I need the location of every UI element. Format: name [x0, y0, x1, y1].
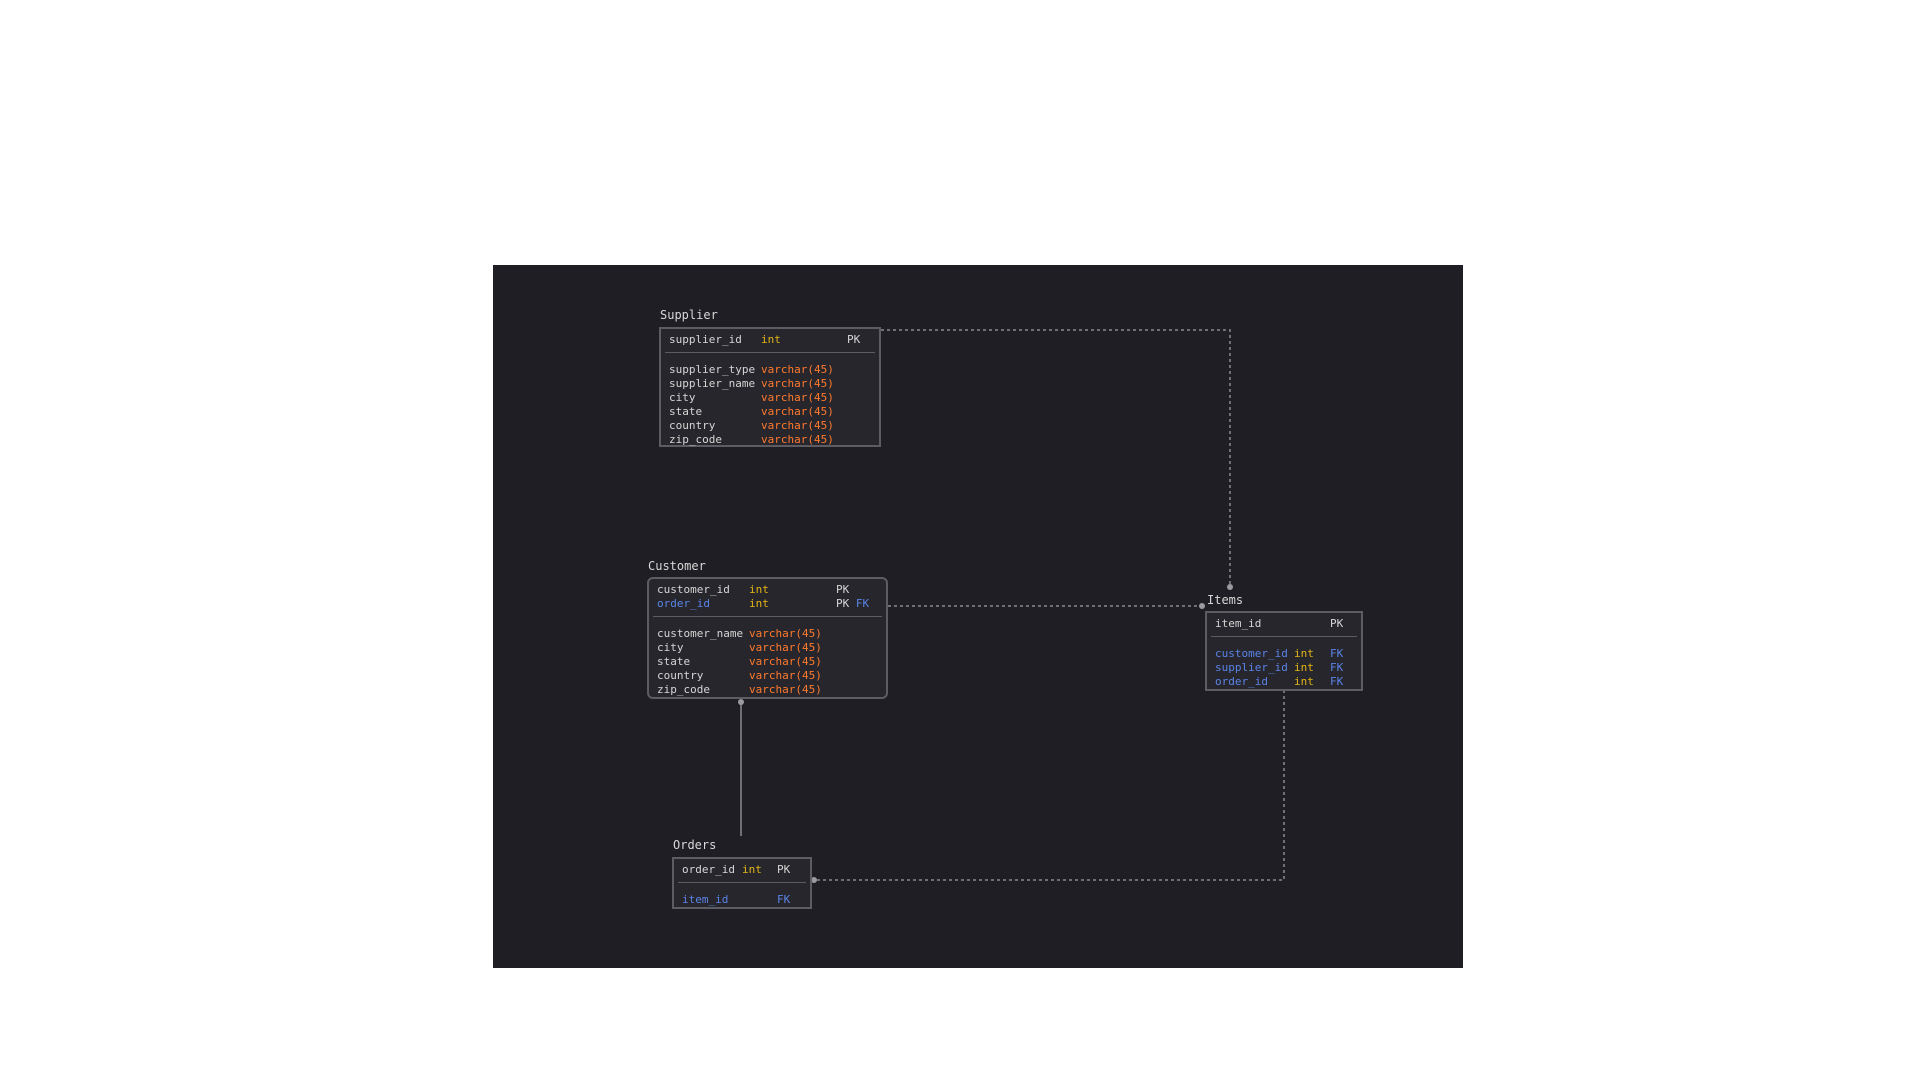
column-name: item_id — [682, 893, 729, 906]
table-row: supplier_type varchar(45) — [669, 363, 871, 377]
column-type: varchar(45) — [761, 405, 834, 418]
link-supplier-items-endpoint — [1227, 584, 1233, 590]
column-type: varchar(45) — [761, 419, 834, 432]
column-key: FK — [1330, 675, 1344, 688]
column-name: country — [669, 419, 716, 432]
column-name: supplier_name — [669, 377, 756, 390]
column-type: varchar(45) — [761, 391, 834, 404]
column-name: customer_id — [657, 583, 730, 596]
table-divider — [665, 352, 875, 353]
supplier-table[interactable]: supplier_id int PK supplier_type varchar… — [659, 327, 881, 447]
table-row: item_id FK — [682, 893, 802, 907]
table-row: state varchar(45) — [669, 405, 871, 419]
column-name: city — [657, 641, 684, 654]
column-type: varchar(45) — [761, 363, 834, 376]
column-type: int — [1294, 647, 1314, 660]
column-type: int — [1294, 661, 1314, 674]
column-type: varchar(45) — [749, 669, 822, 682]
column-name: customer_name — [657, 627, 744, 640]
foreign-key-label: FK — [855, 597, 870, 610]
table-row: order_id int FK — [1215, 675, 1353, 689]
table-row: zip_code varchar(45) — [669, 433, 871, 447]
link-customer-orders-endpoint — [738, 699, 744, 705]
column-type: int — [742, 863, 762, 876]
column-name: zip_code — [669, 433, 722, 446]
supplier-table-title: Supplier — [660, 308, 718, 322]
column-type: int — [749, 583, 769, 596]
column-name: item_id — [1215, 617, 1262, 630]
items-table-title: Items — [1207, 593, 1244, 607]
column-type: varchar(45) — [749, 627, 822, 640]
table-row: zip_code varchar(45) — [657, 683, 878, 697]
table-divider — [678, 882, 806, 883]
link-customer-items-endpoint — [1199, 603, 1205, 609]
customer-table[interactable]: customer_id int PK order_id int PK FK cu… — [647, 577, 888, 699]
column-type: varchar(45) — [749, 641, 822, 654]
column-type: int — [761, 333, 781, 346]
column-type: varchar(45) — [749, 683, 822, 696]
column-name: order_id — [682, 863, 735, 876]
column-type: int — [749, 597, 769, 610]
table-row: state varchar(45) — [657, 655, 878, 669]
column-name: order_id — [1215, 675, 1268, 688]
column-name: supplier_id — [1215, 661, 1288, 674]
table-row: item_id PK — [1215, 617, 1353, 631]
items-table[interactable]: item_id PK customer_id int FK supplier_i… — [1205, 611, 1363, 691]
column-key: FK — [1330, 647, 1344, 660]
column-type: varchar(45) — [761, 377, 834, 390]
orders-table-title: Orders — [673, 838, 717, 852]
column-name: state — [657, 655, 691, 668]
table-row: country varchar(45) — [657, 669, 878, 683]
column-type: int — [1294, 675, 1314, 688]
column-type: varchar(45) — [749, 655, 822, 668]
customer-table-title: Customer — [648, 559, 706, 573]
column-name: state — [669, 405, 703, 418]
table-divider — [653, 616, 882, 617]
diagram-canvas: Supplier supplier_id int PK supplier_typ… — [493, 265, 1463, 968]
column-name: supplier_type — [669, 363, 756, 376]
table-row: supplier_id int FK — [1215, 661, 1353, 675]
table-row: supplier_id int PK — [669, 333, 871, 347]
column-name: supplier_id — [669, 333, 742, 346]
table-row: country varchar(45) — [669, 419, 871, 433]
link-supplier-items — [881, 329, 1231, 587]
column-key: PK — [777, 863, 791, 876]
column-name: zip_code — [657, 683, 710, 696]
column-type: varchar(45) — [761, 433, 834, 446]
table-row: customer_id int PK — [657, 583, 878, 597]
column-name: customer_id — [1215, 647, 1288, 660]
column-name: order_id — [657, 597, 710, 610]
table-row: city varchar(45) — [669, 391, 871, 405]
column-name: city — [669, 391, 696, 404]
orders-table[interactable]: order_id int PK item_id FK — [672, 857, 812, 909]
column-key: PK — [1330, 617, 1344, 630]
table-divider — [1211, 636, 1357, 637]
table-row: customer_name varchar(45) — [657, 627, 878, 641]
column-key: PK — [836, 583, 850, 596]
table-row: order_id int PK FK — [657, 597, 878, 611]
column-key: FK — [1330, 661, 1344, 674]
column-key: FK — [777, 893, 791, 906]
link-items-orders — [814, 690, 1285, 881]
column-key: PK — [847, 333, 861, 346]
column-key: PK FK — [836, 597, 870, 610]
table-row: customer_id int FK — [1215, 647, 1353, 661]
table-row: order_id int PK — [682, 863, 802, 877]
column-name: country — [657, 669, 704, 682]
table-row: supplier_name varchar(45) — [669, 377, 871, 391]
table-row: city varchar(45) — [657, 641, 878, 655]
